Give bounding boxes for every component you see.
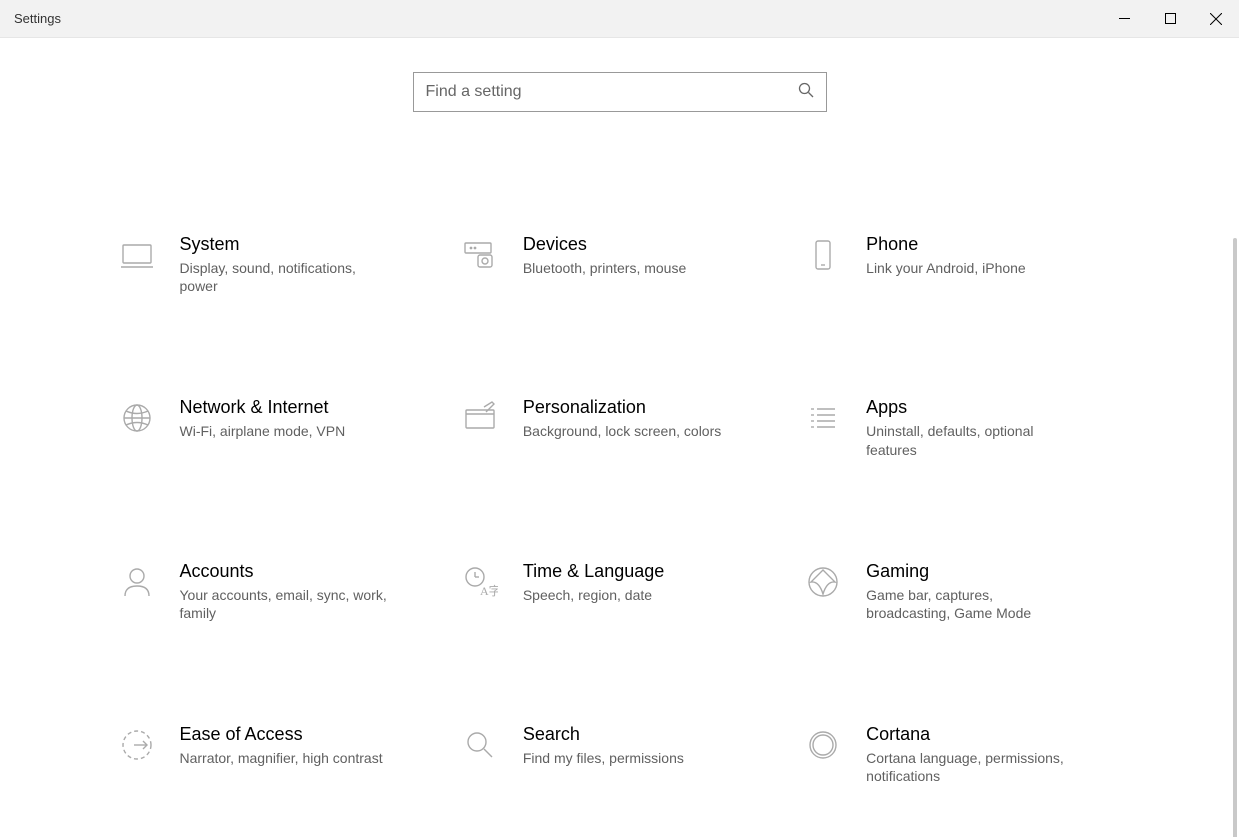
cortana-icon (802, 724, 844, 766)
personalization-icon (459, 397, 501, 439)
tile-cortana[interactable]: Cortana Cortana language, permissions, n… (796, 720, 1129, 789)
apps-icon (802, 397, 844, 439)
svg-text:A字: A字 (480, 583, 498, 598)
gaming-icon (802, 561, 844, 603)
tile-network[interactable]: Network & Internet Wi-Fi, airplane mode,… (110, 393, 443, 462)
scrollbar-thumb[interactable] (1233, 238, 1237, 837)
tile-title: Time & Language (523, 561, 664, 582)
tile-search[interactable]: Search Find my files, permissions (453, 720, 786, 789)
tile-desc: Narrator, magnifier, high contrast (180, 749, 383, 767)
tile-title: Network & Internet (180, 397, 346, 418)
tile-title: Phone (866, 234, 1026, 255)
tile-title: Devices (523, 234, 686, 255)
tile-desc: Speech, region, date (523, 586, 664, 604)
tile-title: Gaming (866, 561, 1076, 582)
tile-accounts[interactable]: Accounts Your accounts, email, sync, wor… (110, 557, 443, 626)
phone-icon (802, 234, 844, 276)
maximize-button[interactable] (1147, 0, 1193, 37)
app-title: Settings (0, 11, 61, 26)
accounts-icon (116, 561, 158, 603)
tile-personalization[interactable]: Personalization Background, lock screen,… (453, 393, 786, 462)
tile-title: System (180, 234, 390, 255)
title-bar: Settings (0, 0, 1239, 38)
search-category-icon (459, 724, 501, 766)
tile-desc: Link your Android, iPhone (866, 259, 1026, 277)
tile-desc: Display, sound, notifications, power (180, 259, 390, 295)
tile-ease-of-access[interactable]: Ease of Access Narrator, magnifier, high… (110, 720, 443, 789)
tile-title: Search (523, 724, 684, 745)
settings-grid: System Display, sound, notifications, po… (110, 230, 1130, 837)
tile-title: Accounts (180, 561, 390, 582)
tile-desc: Your accounts, email, sync, work, family (180, 586, 390, 622)
search-icon (798, 82, 814, 103)
close-button[interactable] (1193, 0, 1239, 37)
scrollbar[interactable] (1233, 238, 1237, 837)
close-icon (1210, 13, 1222, 25)
tile-desc: Uninstall, defaults, optional features (866, 422, 1076, 458)
minimize-icon (1119, 13, 1130, 24)
tile-desc: Cortana language, permissions, notificat… (866, 749, 1076, 785)
content-area: System Display, sound, notifications, po… (0, 38, 1239, 837)
tile-desc: Find my files, permissions (523, 749, 684, 767)
tile-title: Apps (866, 397, 1076, 418)
minimize-button[interactable] (1101, 0, 1147, 37)
tile-title: Ease of Access (180, 724, 383, 745)
time-language-icon: A字 (459, 561, 501, 603)
tile-desc: Background, lock screen, colors (523, 422, 721, 440)
search-box[interactable] (413, 72, 827, 112)
tile-desc: Bluetooth, printers, mouse (523, 259, 686, 277)
tile-system[interactable]: System Display, sound, notifications, po… (110, 230, 443, 299)
tile-phone[interactable]: Phone Link your Android, iPhone (796, 230, 1129, 299)
window-controls (1101, 0, 1239, 37)
search-input[interactable] (426, 83, 798, 101)
system-icon (116, 234, 158, 276)
tile-devices[interactable]: Devices Bluetooth, printers, mouse (453, 230, 786, 299)
tile-desc: Wi-Fi, airplane mode, VPN (180, 422, 346, 440)
tile-apps[interactable]: Apps Uninstall, defaults, optional featu… (796, 393, 1129, 462)
network-icon (116, 397, 158, 439)
maximize-icon (1165, 13, 1176, 24)
tile-title: Cortana (866, 724, 1076, 745)
ease-of-access-icon (116, 724, 158, 766)
tile-gaming[interactable]: Gaming Game bar, captures, broadcasting,… (796, 557, 1129, 626)
devices-icon (459, 234, 501, 276)
tile-time-language[interactable]: A字 Time & Language Speech, region, date (453, 557, 786, 626)
tile-desc: Game bar, captures, broadcasting, Game M… (866, 586, 1076, 622)
tile-title: Personalization (523, 397, 721, 418)
